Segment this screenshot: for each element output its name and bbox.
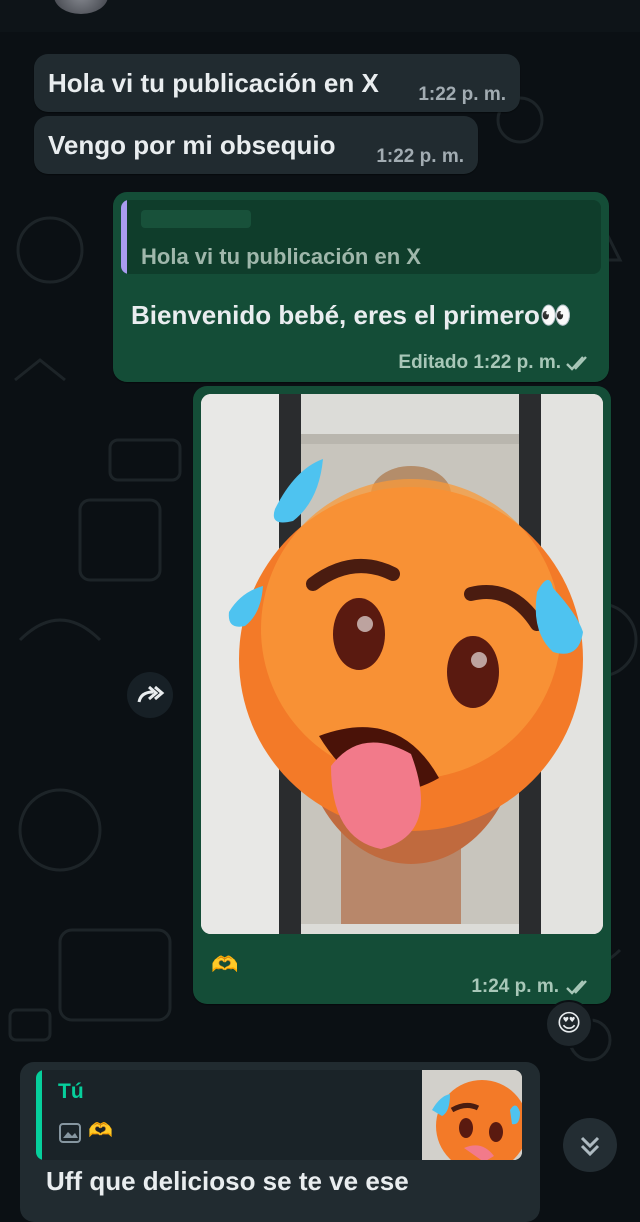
message-time: 1:22 p. m. (376, 146, 464, 167)
scroll-down-icon (580, 1136, 600, 1157)
message-time: 1:24 p. m. (471, 976, 559, 997)
contact-avatar[interactable] (54, 0, 108, 14)
outgoing-message[interactable]: Hola vi tu publicación en X Bienvenido b… (113, 192, 609, 382)
quote-thumbnail (422, 1070, 522, 1160)
message-text: Hola vi tu publicación en X (48, 68, 379, 98)
message-time: 1:22 p. m. (418, 84, 506, 105)
quoted-message[interactable]: Hola vi tu publicación en X (121, 200, 601, 274)
edited-time: Editado 1:22 p. m. (398, 352, 561, 373)
quote-sender: Tú (58, 1080, 84, 1103)
quoted-message[interactable]: Tú 🫶 (36, 1070, 522, 1160)
quoted-text: Hola vi tu publicación en X (141, 244, 421, 269)
read-ticks-icon (566, 356, 587, 371)
shared-photo[interactable] (201, 394, 603, 934)
chat-header (0, 0, 640, 32)
forward-icon (137, 685, 165, 703)
photo-image (201, 394, 603, 934)
incoming-message[interactable]: Hola vi tu publicación en X 1:22 p. m. (34, 54, 520, 112)
reaction-badge[interactable]: 😍 (545, 1000, 593, 1048)
message-text: Uff que delicioso se te ve ese (46, 1166, 409, 1196)
incoming-message[interactable]: Vengo por mi obsequio 1:22 p. m. (34, 116, 478, 174)
scroll-down-button[interactable] (563, 1118, 617, 1172)
message-reaction[interactable]: 🫶 (211, 952, 238, 978)
quote-sender (141, 210, 251, 228)
outgoing-photo-message[interactable]: 🫶 1:24 p. m. (193, 386, 611, 1004)
image-icon (59, 1123, 81, 1143)
quoted-reaction: 🫶 (88, 1120, 113, 1142)
message-text: Bienvenido bebé, eres el primero👀 (131, 300, 573, 330)
forward-button[interactable] (127, 672, 173, 718)
read-ticks-icon (566, 980, 587, 995)
message-text: Vengo por mi obsequio (48, 130, 336, 160)
incoming-reply-message[interactable]: Tú 🫶 Uff que delicioso se te ve ese (20, 1062, 540, 1222)
quote-bar (121, 200, 127, 274)
quote-bar (36, 1070, 42, 1160)
